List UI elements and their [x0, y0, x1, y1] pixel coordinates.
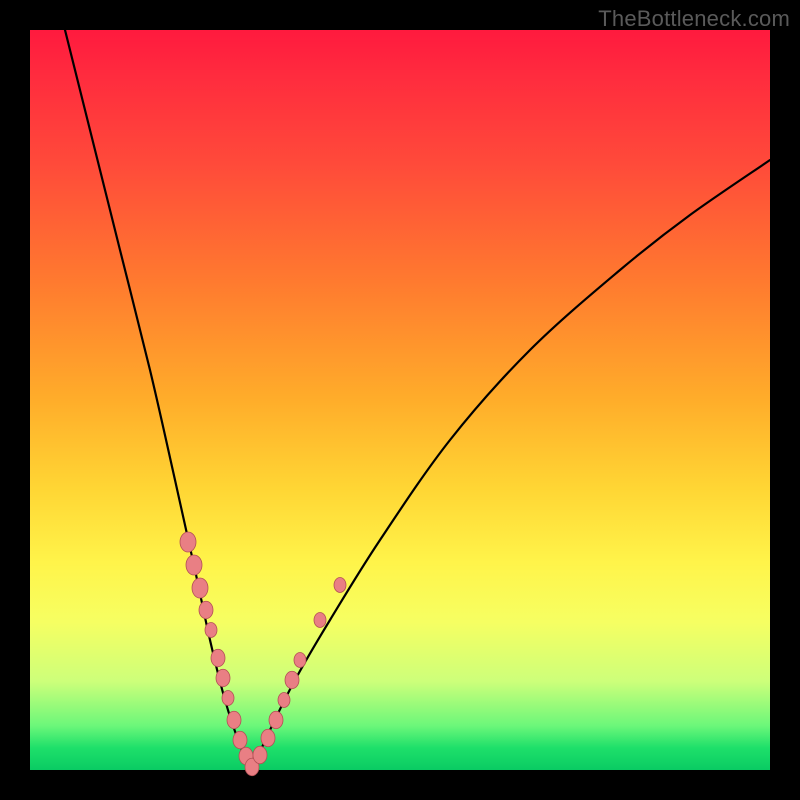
- marker-bead: [205, 623, 217, 638]
- marker-bead: [180, 532, 196, 552]
- marker-bead: [285, 671, 299, 689]
- marker-bead: [216, 669, 230, 687]
- watermark-text: TheBottleneck.com: [598, 6, 790, 32]
- marker-bead: [186, 555, 202, 575]
- marker-bead: [261, 729, 275, 747]
- curve-layer: [30, 30, 770, 770]
- chart-frame: TheBottleneck.com: [0, 0, 800, 800]
- marker-bead: [314, 613, 326, 628]
- plot-area: [30, 30, 770, 770]
- marker-bead: [278, 693, 290, 708]
- marker-bead: [222, 691, 234, 706]
- marker-bead: [227, 711, 241, 729]
- curves: [65, 30, 770, 770]
- beads: [180, 532, 346, 776]
- series-right-curve: [252, 160, 770, 770]
- marker-bead: [269, 711, 283, 729]
- marker-bead: [211, 649, 225, 667]
- marker-bead: [294, 653, 306, 668]
- marker-bead: [253, 746, 267, 764]
- marker-bead: [192, 578, 208, 598]
- marker-bead: [334, 578, 346, 593]
- marker-bead: [199, 601, 213, 619]
- marker-bead: [233, 731, 247, 749]
